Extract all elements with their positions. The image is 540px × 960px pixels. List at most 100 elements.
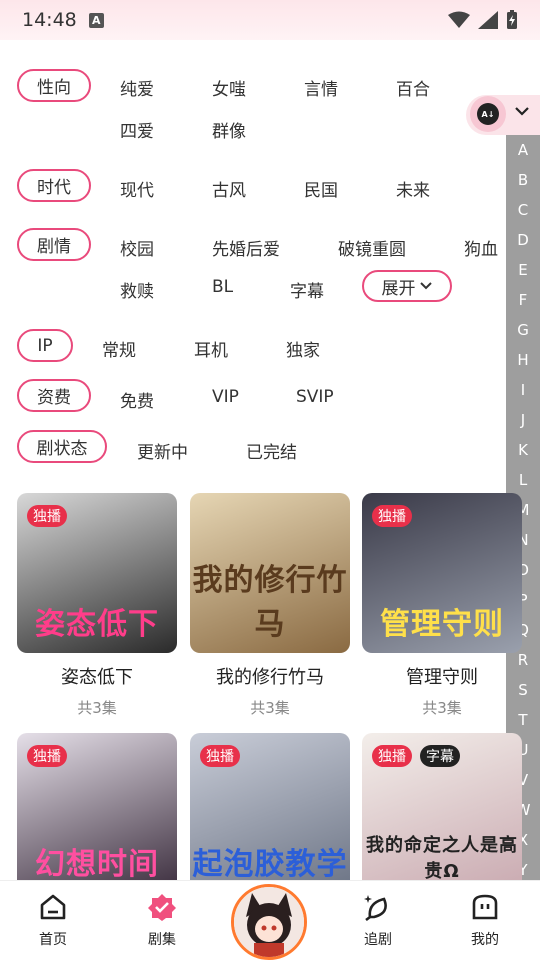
alphabet-letter[interactable]: G	[506, 321, 540, 339]
expand-label: 展开	[381, 278, 416, 299]
alphabet-letter[interactable]: C	[506, 201, 540, 219]
filter-option-free[interactable]: 免费	[120, 387, 154, 412]
bottom-nav: 首页 剧集 追剧 我的	[0, 880, 540, 960]
episode-count: 共3集	[77, 699, 117, 717]
filter-option-baihe[interactable]: 百合	[396, 75, 430, 100]
filter-option-campus[interactable]: 校园	[120, 235, 154, 260]
profile-icon	[472, 894, 498, 920]
sort-az-icon: A↓	[477, 103, 499, 125]
filter-option-ancient[interactable]: 古风	[212, 176, 246, 201]
filter-option-bl[interactable]: BL	[212, 277, 233, 297]
status-time: 14:48	[22, 9, 77, 31]
drama-card[interactable]: 独播 姿态低下 姿态低下 共3集	[17, 493, 177, 718]
filter-option-reunion[interactable]: 破镜重圆	[338, 235, 406, 260]
nav-drama[interactable]: 剧集	[127, 893, 197, 949]
alphabet-letter[interactable]: E	[506, 261, 540, 279]
alphabet-letter[interactable]: H	[506, 351, 540, 369]
filter-label-fee[interactable]: 资费	[17, 379, 91, 412]
drama-card[interactable]: 独播起泡胶教学	[190, 733, 350, 893]
nav-home[interactable]: 首页	[18, 893, 88, 949]
filter-option-chunai[interactable]: 纯爱	[120, 75, 154, 100]
nav-mine[interactable]: 我的	[450, 893, 520, 949]
cover-title-art: 我的命定之人是高贵Ω	[366, 835, 518, 882]
drama-card[interactable]: 我的修行竹马 我的修行竹马 共3集	[190, 493, 350, 718]
filter-option-qunxiang[interactable]: 群像	[212, 117, 246, 142]
avatar-icon	[234, 887, 304, 957]
exclusive-badge: 独播	[372, 505, 412, 527]
drama-title[interactable]: 姿态低下	[17, 663, 177, 689]
alphabet-letter[interactable]: F	[506, 291, 540, 309]
drama-cover[interactable]: 独播起泡胶教学	[190, 733, 350, 893]
chevron-down-icon	[419, 282, 432, 290]
filter-option-updating[interactable]: 更新中	[137, 438, 188, 463]
exclusive-badge: 独播	[27, 745, 67, 767]
filter-option-marriage-first[interactable]: 先婚后爱	[212, 235, 280, 260]
nav-mine-label: 我的	[471, 932, 499, 948]
filter-option-siai[interactable]: 四爱	[120, 117, 154, 142]
cover-title-art: 管理守则	[380, 607, 504, 642]
drama-card[interactable]: 独播 字幕我的命定之人是高贵Ω	[362, 733, 522, 893]
alphabet-letter[interactable]: L	[506, 471, 540, 489]
cover-title-art: 我的修行竹马	[192, 563, 348, 642]
drama-cover[interactable]: 独播姿态低下	[17, 493, 177, 653]
filter-option-melodrama[interactable]: 狗血	[464, 235, 498, 260]
subtitle-badge: 字幕	[420, 745, 460, 767]
filter-option-svip[interactable]: SVIP	[296, 387, 334, 407]
filter-option-earphone[interactable]: 耳机	[194, 336, 228, 361]
drama-cover[interactable]: 独播 字幕我的命定之人是高贵Ω	[362, 733, 522, 893]
expand-button[interactable]: 展开	[362, 270, 452, 302]
alphabet-letter[interactable]: A	[506, 141, 540, 159]
nav-home-label: 首页	[39, 932, 67, 948]
filter-option-modern[interactable]: 现代	[120, 176, 154, 201]
filter-label-status[interactable]: 剧状态	[17, 430, 107, 463]
drama-card[interactable]: 独播 管理守则 管理守则 共3集	[362, 493, 522, 718]
signal-icon	[478, 11, 498, 29]
home-icon	[40, 894, 66, 920]
drama-title[interactable]: 我的修行竹马	[190, 663, 350, 689]
filter-option-exclusive[interactable]: 独家	[286, 336, 320, 361]
chevron-down-icon[interactable]	[514, 105, 530, 117]
battery-icon	[507, 10, 517, 29]
alphabet-letter[interactable]: I	[506, 381, 540, 399]
episode-count: 共3集	[422, 699, 462, 717]
alphabet-letter[interactable]: D	[506, 231, 540, 249]
filter-label-era[interactable]: 时代	[17, 169, 91, 202]
filter-option-vip[interactable]: VIP	[212, 387, 239, 407]
exclusive-badge: 独播	[372, 745, 412, 767]
drama-cover[interactable]: 独播管理守则	[362, 493, 522, 653]
cover-title-art: 起泡胶教学	[192, 847, 348, 882]
drama-cover[interactable]: 我的修行竹马	[190, 493, 350, 653]
filter-option-future[interactable]: 未来	[396, 176, 430, 201]
drama-card[interactable]: 独播幻想时间	[17, 733, 177, 893]
filter-label-plot[interactable]: 剧情	[17, 228, 91, 261]
sort-button[interactable]: A↓	[470, 96, 506, 132]
nav-follow[interactable]: 追剧	[343, 893, 413, 949]
filter-option-regular[interactable]: 常规	[102, 336, 136, 361]
filter-option-subtitles[interactable]: 字幕	[290, 277, 324, 302]
alphabet-letter[interactable]: J	[506, 411, 540, 429]
drama-icon	[148, 894, 176, 921]
exclusive-badge: 独播	[200, 745, 240, 767]
cover-title-art: 姿态低下	[35, 607, 159, 642]
nav-drama-label: 剧集	[148, 932, 176, 948]
filter-label-orientation[interactable]: 性向	[17, 69, 91, 102]
alphabet-letter[interactable]: B	[506, 171, 540, 189]
center-avatar-button[interactable]	[231, 884, 307, 960]
wifi-icon	[448, 11, 470, 28]
drama-cover[interactable]: 独播幻想时间	[17, 733, 177, 893]
nav-follow-label: 追剧	[364, 932, 392, 948]
filter-label-ip[interactable]: IP	[17, 329, 73, 362]
alphabet-letter[interactable]: K	[506, 441, 540, 459]
filter-option-yanqing[interactable]: 言情	[304, 75, 338, 100]
filter-option-republic[interactable]: 民国	[304, 176, 338, 201]
cover-title-art: 幻想时间	[35, 847, 159, 882]
filter-option-redemption[interactable]: 救赎	[120, 277, 154, 302]
status-bar: 14:48 A	[0, 0, 540, 40]
episode-count: 共3集	[250, 699, 290, 717]
drama-title[interactable]: 管理守则	[362, 663, 522, 689]
exclusive-badge: 独播	[27, 505, 67, 527]
follow-icon	[364, 895, 387, 922]
accessibility-icon: A	[88, 12, 104, 28]
filter-option-completed[interactable]: 已完结	[246, 438, 297, 463]
filter-option-nvchi[interactable]: 女嗤	[212, 75, 246, 100]
